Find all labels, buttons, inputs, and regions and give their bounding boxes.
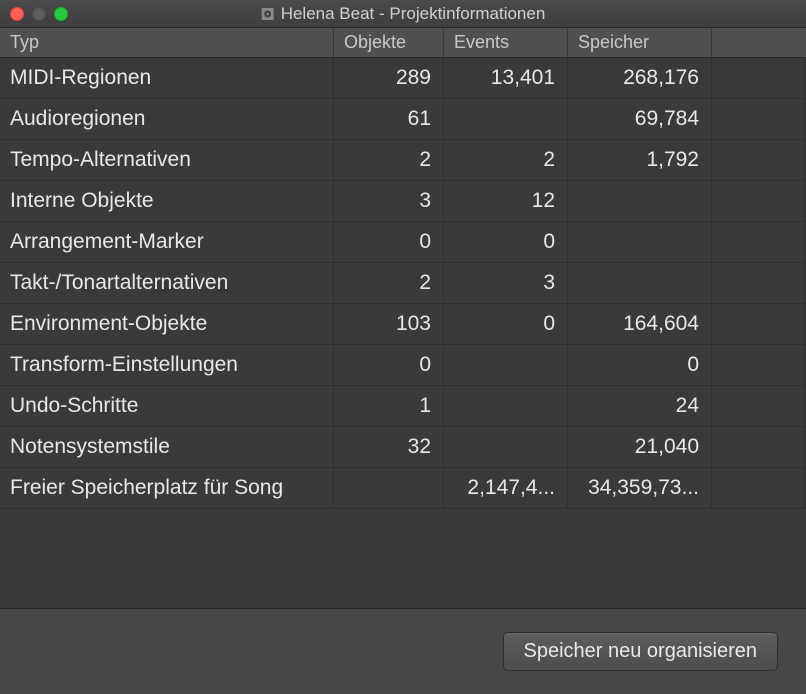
close-window-button[interactable] — [10, 7, 24, 21]
cell-typ: Tempo-Alternativen — [0, 140, 334, 180]
traffic-lights — [10, 7, 68, 21]
column-header-extra — [712, 28, 806, 57]
cell-extra — [712, 386, 806, 426]
cell-objekte: 103 — [334, 304, 444, 344]
table-empty-area — [0, 509, 806, 608]
cell-objekte: 1 — [334, 386, 444, 426]
cell-objekte: 0 — [334, 222, 444, 262]
cell-objekte: 2 — [334, 140, 444, 180]
cell-speicher: 69,784 — [568, 99, 712, 139]
cell-speicher — [568, 222, 712, 262]
window-title-text: Helena Beat - Projektinformationen — [281, 4, 546, 24]
cell-extra — [712, 222, 806, 262]
cell-typ: Freier Speicherplatz für Song — [0, 468, 334, 508]
cell-extra — [712, 427, 806, 467]
cell-typ: Transform-Einstellungen — [0, 345, 334, 385]
table-row[interactable]: Tempo-Alternativen 2 2 1,792 — [0, 140, 806, 181]
cell-objekte: 3 — [334, 181, 444, 221]
project-icon — [261, 7, 275, 21]
cell-extra — [712, 304, 806, 344]
minimize-window-button[interactable] — [32, 7, 46, 21]
cell-typ: Environment-Objekte — [0, 304, 334, 344]
footer: Speicher neu organisieren — [0, 608, 806, 694]
table-row[interactable]: Freier Speicherplatz für Song 2,147,4...… — [0, 468, 806, 509]
reorganize-memory-button[interactable]: Speicher neu organisieren — [503, 632, 779, 671]
table-header: Typ Objekte Events Speicher — [0, 28, 806, 58]
cell-speicher: 24 — [568, 386, 712, 426]
cell-typ: Interne Objekte — [0, 181, 334, 221]
table-row[interactable]: Arrangement-Marker 0 0 — [0, 222, 806, 263]
cell-speicher: 0 — [568, 345, 712, 385]
column-header-speicher[interactable]: Speicher — [568, 28, 712, 57]
cell-typ: Takt-/Tonartalternativen — [0, 263, 334, 303]
cell-typ: Undo-Schritte — [0, 386, 334, 426]
cell-events: 2 — [444, 140, 568, 180]
cell-objekte: 2 — [334, 263, 444, 303]
cell-events: 2,147,4... — [444, 468, 568, 508]
cell-objekte: 289 — [334, 58, 444, 98]
cell-typ: Arrangement-Marker — [0, 222, 334, 262]
cell-speicher: 1,792 — [568, 140, 712, 180]
zoom-window-button[interactable] — [54, 7, 68, 21]
cell-objekte — [334, 468, 444, 508]
cell-events — [444, 386, 568, 426]
cell-events — [444, 99, 568, 139]
cell-events — [444, 345, 568, 385]
column-header-events[interactable]: Events — [444, 28, 568, 57]
cell-speicher: 21,040 — [568, 427, 712, 467]
cell-objekte: 0 — [334, 345, 444, 385]
cell-events: 3 — [444, 263, 568, 303]
window-title: Helena Beat - Projektinformationen — [261, 4, 546, 24]
cell-typ: MIDI-Regionen — [0, 58, 334, 98]
table-row[interactable]: Transform-Einstellungen 0 0 — [0, 345, 806, 386]
cell-extra — [712, 181, 806, 221]
cell-extra — [712, 140, 806, 180]
cell-objekte: 61 — [334, 99, 444, 139]
table-body: MIDI-Regionen 289 13,401 268,176 Audiore… — [0, 58, 806, 509]
column-header-typ[interactable]: Typ — [0, 28, 334, 57]
cell-events: 12 — [444, 181, 568, 221]
table-row[interactable]: Undo-Schritte 1 24 — [0, 386, 806, 427]
cell-extra — [712, 99, 806, 139]
cell-typ: Audioregionen — [0, 99, 334, 139]
table-row[interactable]: Interne Objekte 3 12 — [0, 181, 806, 222]
table-row[interactable]: Notensystemstile 32 21,040 — [0, 427, 806, 468]
cell-events: 0 — [444, 222, 568, 262]
cell-speicher — [568, 181, 712, 221]
table-row[interactable]: Environment-Objekte 103 0 164,604 — [0, 304, 806, 345]
table-row[interactable]: Audioregionen 61 69,784 — [0, 99, 806, 140]
cell-extra — [712, 58, 806, 98]
cell-events: 0 — [444, 304, 568, 344]
table-row[interactable]: MIDI-Regionen 289 13,401 268,176 — [0, 58, 806, 99]
titlebar: Helena Beat - Projektinformationen — [0, 0, 806, 28]
cell-typ: Notensystemstile — [0, 427, 334, 467]
cell-speicher — [568, 263, 712, 303]
cell-speicher: 268,176 — [568, 58, 712, 98]
cell-speicher: 34,359,73... — [568, 468, 712, 508]
cell-extra — [712, 345, 806, 385]
column-header-objekte[interactable]: Objekte — [334, 28, 444, 57]
cell-objekte: 32 — [334, 427, 444, 467]
cell-speicher: 164,604 — [568, 304, 712, 344]
table-row[interactable]: Takt-/Tonartalternativen 2 3 — [0, 263, 806, 304]
cell-events — [444, 427, 568, 467]
cell-events: 13,401 — [444, 58, 568, 98]
cell-extra — [712, 468, 806, 508]
cell-extra — [712, 263, 806, 303]
